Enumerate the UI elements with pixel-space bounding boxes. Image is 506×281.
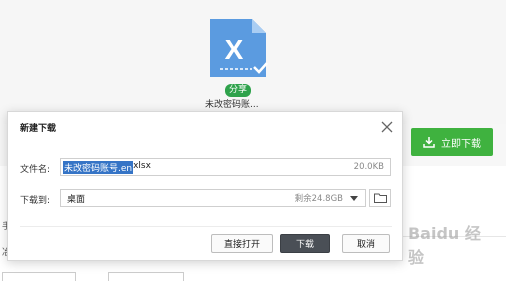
filename-selected-text: 未改密码账号.en — [63, 160, 134, 174]
dropdown-arrow-icon[interactable] — [350, 196, 358, 202]
download-now-button[interactable]: 立即下载 — [411, 128, 493, 156]
download-now-label: 立即下载 — [441, 138, 481, 150]
open-directly-button[interactable]: 直接打开 — [211, 234, 273, 253]
bg-select-1[interactable] — [2, 272, 76, 281]
dialog-title: 新建下载 — [20, 124, 57, 134]
file-size: 20.0KB — [353, 162, 384, 172]
saveto-label: 下载到: — [20, 196, 51, 206]
new-download-dialog: 新建下载 文件名: 未改密码账号.en xlsx 20.0KB 下载到: 桌面 … — [7, 111, 403, 261]
filename-input[interactable]: 未改密码账号.en xlsx 20.0KB — [60, 158, 391, 176]
filename-label: 文件名: — [20, 165, 51, 175]
file-tile[interactable]: X — [208, 17, 268, 79]
file-name-label: 未改密码账... — [205, 100, 259, 110]
share-badge[interactable]: 分享 — [225, 84, 252, 97]
cancel-button[interactable]: 取消 — [342, 234, 390, 253]
free-space: 剩余24.8GB — [294, 194, 343, 204]
excel-file-icon: X — [210, 19, 268, 77]
saveto-value: 桌面 — [67, 194, 86, 205]
svg-text:X: X — [225, 34, 244, 65]
saveto-select[interactable]: 桌面 剩余24.8GB — [60, 189, 366, 207]
filename-extension: xlsx — [133, 160, 151, 171]
bg-select-2[interactable] — [108, 272, 184, 281]
browse-folder-button[interactable] — [369, 189, 391, 207]
download-icon — [423, 137, 435, 148]
download-button[interactable]: 下载 — [280, 234, 330, 253]
watermark-text: Baidu 经验 — [407, 224, 481, 267]
dialog-divider — [20, 226, 392, 227]
folder-icon — [373, 193, 387, 203]
close-icon[interactable] — [380, 120, 394, 134]
